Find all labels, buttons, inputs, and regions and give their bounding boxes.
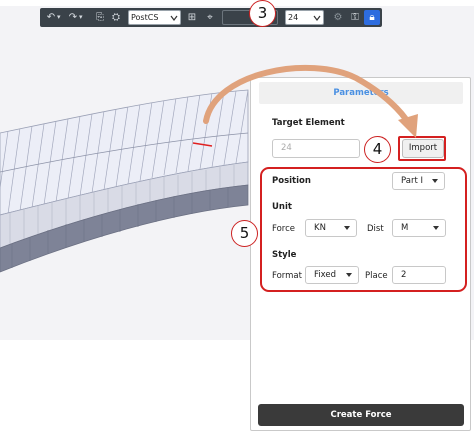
callout-3: 3 [249,0,276,27]
callout-arrow [203,64,418,138]
callout-5: 5 [231,220,258,247]
callout-4: 4 [364,136,391,163]
app-root: ↶ ▾ ↷ ▾ ⎘ ⛭ PostCS ⊞ ⌖ 24 ⚙ ⚿ 🔒︎ Paramet… [0,0,474,433]
